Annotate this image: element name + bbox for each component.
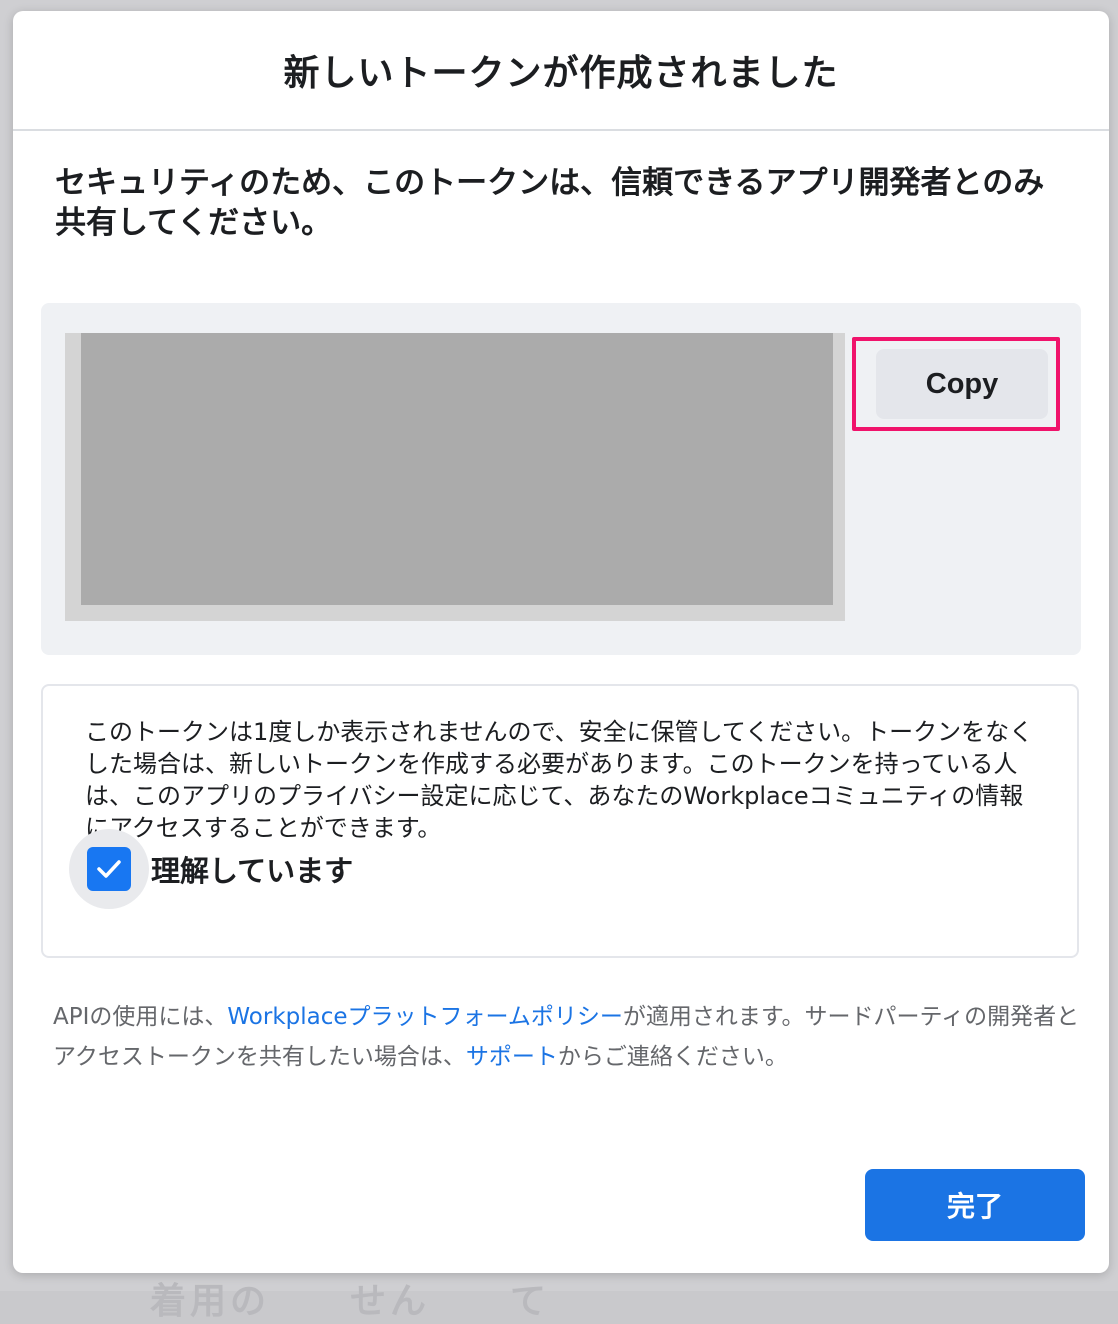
notice-box: このトークンは1度しか表示されませんので、安全に保管してください。トークンをなく… — [41, 684, 1079, 958]
token-panel: Copy — [41, 303, 1081, 655]
platform-policy-link[interactable]: Workplaceプラットフォームポリシー — [227, 1004, 622, 1030]
checkmark-icon — [96, 859, 122, 879]
copy-highlight-frame: Copy — [852, 337, 1060, 431]
support-link[interactable]: サポート — [466, 1044, 558, 1070]
policy-prefix: APIの使用には、 — [53, 1004, 228, 1030]
checkbox-box — [87, 847, 131, 891]
token-redaction — [81, 333, 833, 605]
dialog-header: 新しいトークンが作成されました — [13, 11, 1109, 131]
security-note: セキュリティのため、このトークンは、信頼できるアプリ開発者とのみ共有してください… — [55, 165, 1045, 241]
backdrop-partial-text: 着用の せん て — [150, 1281, 551, 1322]
notice-text: このトークンは1度しか表示されませんので、安全に保管してください。トークンをなく… — [85, 718, 1034, 842]
policy-text: APIの使用には、Workplaceプラットフォームポリシーが適用されます。サー… — [53, 997, 1083, 1077]
dialog-title: 新しいトークンが作成されました — [283, 53, 839, 94]
confirm-checkbox[interactable] — [69, 829, 149, 909]
token-field[interactable] — [65, 333, 845, 621]
confirm-row[interactable]: 理解しています — [69, 829, 353, 909]
policy-suffix: からご連絡ください。 — [557, 1044, 788, 1070]
confirm-label[interactable]: 理解しています — [151, 848, 353, 890]
done-button[interactable]: 完了 — [865, 1169, 1085, 1241]
copy-button[interactable]: Copy — [876, 349, 1048, 419]
token-created-dialog: 新しいトークンが作成されました セキュリティのため、このトークンは、信頼できるア… — [13, 11, 1109, 1273]
